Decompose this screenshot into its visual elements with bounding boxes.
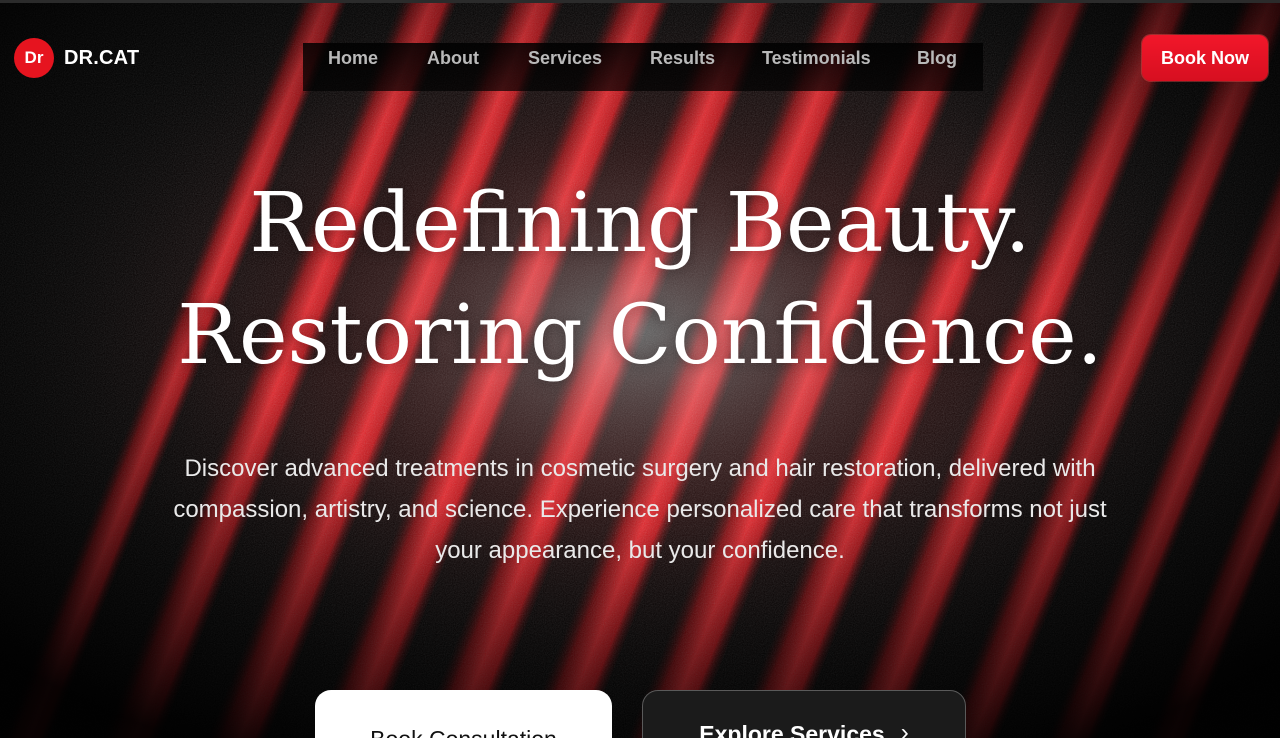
book-now-button[interactable]: Book Now [1142, 35, 1268, 81]
brand-badge-icon: Dr [14, 38, 54, 78]
brand-logo[interactable]: Dr DR.CAT [14, 38, 139, 78]
nav-blog[interactable]: Blog [917, 48, 957, 69]
main-nav: Home About Services Results Testimonials… [303, 43, 983, 91]
chevron-right-icon: › [900, 719, 909, 738]
explore-services-button[interactable]: Explore Services › [642, 690, 966, 738]
hero-cta-row: Book Consultation Explore Services › [0, 690, 1280, 738]
site-header: Dr DR.CAT Home About Services Results Te… [0, 3, 1280, 91]
hero-subtitle: Discover advanced treatments in cosmetic… [173, 455, 1107, 564]
book-consultation-button[interactable]: Book Consultation [315, 690, 612, 738]
top-divider [0, 0, 1280, 3]
explore-services-label: Explore Services [699, 721, 885, 738]
nav-home[interactable]: Home [328, 48, 378, 69]
brand-name: DR.CAT [64, 46, 140, 69]
hero-title-line-2: Restoring Confidence. [177, 288, 1103, 383]
nav-services[interactable]: Services [528, 48, 602, 69]
nav-about[interactable]: About [427, 48, 479, 69]
hero-title: Redefining Beauty. Restoring Confidence. [0, 168, 1280, 392]
landing-page: Dr DR.CAT Home About Services Results Te… [0, 0, 1280, 738]
nav-results[interactable]: Results [650, 48, 715, 69]
nav-testimonials[interactable]: Testimonials [762, 48, 871, 69]
hero-title-line-1: Redefining Beauty. [249, 176, 1031, 271]
